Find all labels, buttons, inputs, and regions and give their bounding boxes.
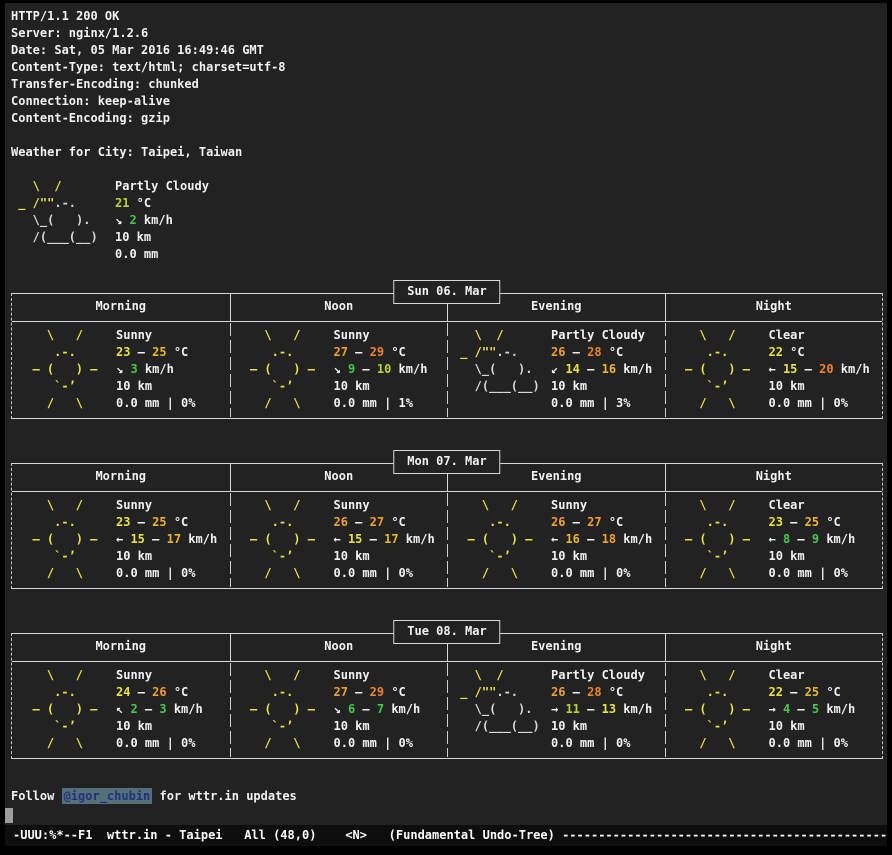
column-header-night: Night: [665, 294, 883, 321]
http-response-headers: HTTP/1.1 200 OK Server: nginx/1.2.6 Date…: [11, 8, 887, 127]
forecast-day: Tue 08. MarMorningNoonEveningNight \ / .…: [11, 633, 887, 759]
forecast-cell-evening: \ / _ /"".-. \_( ). /(___(__) Partly Clo…: [447, 322, 665, 418]
forecast-cell-morning: \ / .-. – ( ) – `-’ / \Sunny 23 – 25 °C …: [12, 492, 230, 588]
date-box: Tue 08. Mar: [393, 620, 500, 644]
sunny-icon: \ / .-. – ( ) – `-’ / \: [671, 327, 769, 412]
forecast-cell-noon: \ / .-. – ( ) – `-’ / \Sunny 27 – 29 °C …: [230, 322, 448, 418]
forecast-table: Tue 08. MarMorningNoonEveningNight \ / .…: [11, 633, 883, 759]
forecast-body-row: \ / .-. – ( ) – `-’ / \Sunny 23 – 25 °C …: [12, 322, 882, 418]
forecast-body-row: \ / .-. – ( ) – `-’ / \Sunny 24 – 26 °C …: [12, 662, 882, 758]
column-header-night: Night: [665, 464, 883, 491]
follow-text-tail: for wttr.in updates: [152, 789, 297, 803]
sunny-icon: \ / .-. – ( ) – `-’ / \: [18, 667, 116, 752]
terminal-cursor: [5, 808, 13, 823]
forecast-cell-morning: \ / .-. – ( ) – `-’ / \Sunny 24 – 26 °C …: [12, 662, 230, 758]
weather-details: Sunny 27 – 29 °C ↘ 6 – 7 km/h 10 km 0.0 …: [334, 667, 421, 752]
forecast-cell-noon: \ / .-. – ( ) – `-’ / \Sunny 27 – 29 °C …: [230, 662, 448, 758]
column-header-night: Night: [665, 634, 883, 661]
weather-details: Sunny 24 – 26 °C ↖ 2 – 3 km/h 10 km 0.0 …: [116, 667, 203, 752]
weather-details: Sunny 26 – 27 °C ← 15 – 17 km/h 10 km 0.…: [334, 497, 435, 582]
forecast-cell-night: \ / .-. – ( ) – `-’ / \Clear 23 – 25 °C …: [665, 492, 883, 588]
location-line: Weather for City: Taipei, Taiwan: [11, 144, 887, 161]
forecast-cell-morning: \ / .-. – ( ) – `-’ / \Sunny 23 – 25 °C …: [12, 322, 230, 418]
forecast-cell-night: \ / .-. – ( ) – `-’ / \Clear 22 °C ← 15 …: [665, 322, 883, 418]
partly-cloudy-icon: \ / _ /"".-. \_( ). /(___(__): [453, 667, 551, 752]
emacs-modeline: -UUU:%*--F1 wttr.in - Taipei All (48,0) …: [5, 825, 887, 846]
sunny-icon: \ / .-. – ( ) – `-’ / \: [671, 497, 769, 582]
forecast-cell-evening: \ / .-. – ( ) – `-’ / \Sunny 26 – 27 °C …: [447, 492, 665, 588]
column-header-morning: Morning: [12, 294, 230, 321]
twitter-handle-link[interactable]: @igor_chubin: [62, 788, 153, 804]
weather-details: Sunny 27 – 29 °C ↘ 9 – 10 km/h 10 km 0.0…: [334, 327, 428, 412]
sunny-icon: \ / .-. – ( ) – `-’ / \: [671, 667, 769, 752]
weather-details: Clear 22 – 25 °C → 4 – 5 km/h 10 km 0.0 …: [769, 667, 856, 752]
current-details: Partly Cloudy 21 °C ↘ 2 km/h 10 km 0.0 m…: [115, 178, 209, 263]
date-box: Sun 06. Mar: [393, 280, 500, 304]
follow-text: Follow: [11, 789, 62, 803]
date-box: Mon 07. Mar: [393, 450, 500, 474]
terminal-screen: HTTP/1.1 200 OK Server: nginx/1.2.6 Date…: [5, 3, 887, 846]
weather-details: Sunny 26 – 27 °C ← 16 – 18 km/h 10 km 0.…: [551, 497, 652, 582]
forecast-table: Mon 07. MarMorningNoonEveningNight \ / .…: [11, 463, 883, 589]
forecast-table: Sun 06. MarMorningNoonEveningNight \ / .…: [11, 293, 883, 419]
forecast-cell-night: \ / .-. – ( ) – `-’ / \Clear 22 – 25 °C …: [665, 662, 883, 758]
weather-details: Clear 23 – 25 °C ← 8 – 9 km/h 10 km 0.0 …: [769, 497, 856, 582]
weather-details: Sunny 23 – 25 °C ↘ 3 km/h 10 km 0.0 mm |…: [116, 327, 195, 412]
partly-cloudy-icon: \ / _ /"".-. \_( ). /(___(__): [453, 327, 551, 412]
weather-details: Clear 22 °C ← 15 – 20 km/h 10 km 0.0 mm …: [769, 327, 870, 412]
forecast-day: Mon 07. MarMorningNoonEveningNight \ / .…: [11, 463, 887, 589]
forecast-body-row: \ / .-. – ( ) – `-’ / \Sunny 23 – 25 °C …: [12, 492, 882, 588]
sunny-icon: \ / .-. – ( ) – `-’ / \: [236, 497, 334, 582]
weather-details: Partly Cloudy 26 – 28 °C ↙ 14 – 16 km/h …: [551, 327, 652, 412]
terminal-window: HTTP/1.1 200 OK Server: nginx/1.2.6 Date…: [0, 0, 892, 855]
follow-line: Follow @igor_chubin for wttr.in updates: [11, 788, 887, 805]
sunny-icon: \ / .-. – ( ) – `-’ / \: [18, 327, 116, 412]
forecast-cell-noon: \ / .-. – ( ) – `-’ / \Sunny 26 – 27 °C …: [230, 492, 448, 588]
weather-details: Sunny 23 – 25 °C ← 15 – 17 km/h 10 km 0.…: [116, 497, 217, 582]
forecast-cell-evening: \ / _ /"".-. \_( ). /(___(__) Partly Clo…: [447, 662, 665, 758]
sunny-icon: \ / .-. – ( ) – `-’ / \: [236, 667, 334, 752]
weather-details: Partly Cloudy 26 – 28 °C → 11 – 13 km/h …: [551, 667, 652, 752]
sunny-icon: \ / .-. – ( ) – `-’ / \: [236, 327, 334, 412]
current-conditions: \ / _ /"".-. \_( ). /(___(__) Partly Clo…: [11, 178, 887, 263]
forecast-tables: Sun 06. MarMorningNoonEveningNight \ / .…: [11, 293, 887, 759]
partly-cloudy-icon: \ / _ /"".-. \_( ). /(___(__): [11, 178, 115, 263]
column-header-morning: Morning: [12, 634, 230, 661]
column-header-morning: Morning: [12, 464, 230, 491]
sunny-icon: \ / .-. – ( ) – `-’ / \: [453, 497, 551, 582]
sunny-icon: \ / .-. – ( ) – `-’ / \: [18, 497, 116, 582]
forecast-day: Sun 06. MarMorningNoonEveningNight \ / .…: [11, 293, 887, 419]
